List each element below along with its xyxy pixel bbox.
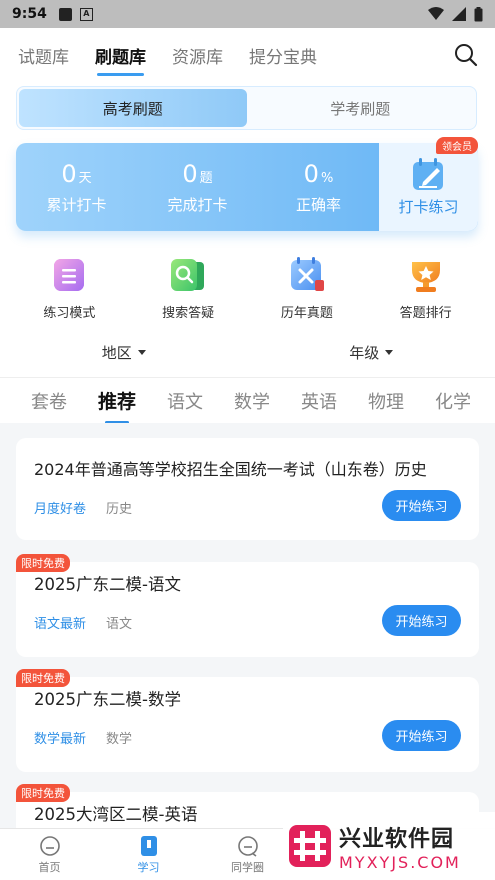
checkin-calendar-icon [412,157,443,190]
paper-title: 2024年普通高等学校招生全国统一考试（山东卷）历史 [34,460,427,479]
subject-tab-recommended[interactable]: 推荐 [98,387,136,423]
paper-subject: 语文 [106,617,133,632]
past-exams-icon [290,257,324,291]
tab-practice-bank[interactable]: 刷题库 [95,43,146,76]
subject-tab-english[interactable]: 英语 [301,388,337,414]
function-grid: 练习模式 搜索答疑 历年真题 答题排行 [10,256,485,321]
notification-icon [58,7,72,21]
func-ranking[interactable]: 答题排行 [366,256,485,321]
free-badge: 限时免费 [16,554,70,572]
stat-label: 完成打卡 [167,195,228,214]
tab-score-guide[interactable]: 提分宝典 [249,43,317,68]
start-practice-button[interactable]: 开始练习 [382,490,461,521]
region-filter-label: 地区 [101,343,132,362]
search-icon[interactable] [453,42,479,68]
filter-bar: 地区 年级 [0,338,495,366]
stat-completed: 0题 完成打卡 [137,143,258,231]
app-notification-icon: A [79,7,93,21]
checkin-practice-label: 打卡练习 [398,197,459,216]
nav-home[interactable]: 首页 [0,829,99,880]
stat-value: 0 [182,159,198,188]
nav-label: 首页 [38,860,61,874]
subject-tab-math[interactable]: 数学 [234,388,270,414]
grade-filter[interactable]: 年级 [248,338,495,366]
battery-icon [474,6,483,21]
stat-accuracy: 0% 正确率 [258,143,379,231]
paper-title: 2025广东二模-语文 [34,575,181,594]
paper-list: 2024年普通高等学校招生全国统一考试（山东卷）历史 月度好卷 历史 开始练习 … [0,423,495,828]
paper-tag: 月度好卷 [34,502,87,517]
nav-label: 同学圈 [231,860,264,874]
subject-tab-chemistry[interactable]: 化学 [435,388,471,414]
paper-title: 2025广东二模-数学 [34,690,181,709]
classmates-circle-icon [237,835,258,857]
func-search-answer[interactable]: 搜索答疑 [129,256,248,321]
stat-unit: 天 [78,170,92,186]
paper-card[interactable]: 限时免费 2025广东二模-语文 语文最新 语文 开始练习 [16,554,479,657]
func-label: 答题排行 [399,306,452,321]
paper-tag: 数学最新 [34,732,87,747]
paper-subject: 数学 [106,732,133,747]
func-label: 练习模式 [43,306,96,321]
tab-question-bank[interactable]: 试题库 [18,43,69,68]
subject-tab-sets[interactable]: 套卷 [31,388,67,414]
chevron-down-icon [385,349,394,355]
wifi-icon [428,7,444,20]
nav-study[interactable]: 学习 [99,829,198,880]
exam-type-segment: 高考刷题 学考刷题 [16,86,477,130]
subject-tab-bar: 套卷 推荐 语文 数学 英语 物理 化学 生 [0,377,495,423]
paper-card[interactable]: 限时免费 2025广东二模-数学 数学最新 数学 开始练习 [16,669,479,772]
stats-card: 0天 累计打卡 0题 完成打卡 0% 正确率 打卡练习 领会员 [16,137,478,231]
free-badge: 限时免费 [16,784,70,802]
watermark-en: MYXYJS.COM [339,852,461,872]
chevron-down-icon [137,349,146,355]
ranking-trophy-icon [411,262,440,292]
status-bar: 9:54 A [0,0,495,28]
checkin-practice-button[interactable]: 打卡练习 领会员 [379,137,478,231]
func-label: 历年真题 [280,306,333,321]
search-answer-icon [171,259,205,291]
subject-tab-chinese[interactable]: 语文 [167,388,203,414]
top-tab-bar: 试题库 刷题库 资源库 提分宝典 [0,28,495,82]
status-time: 9:54 [12,6,47,22]
start-practice-button[interactable]: 开始练习 [382,605,461,636]
stat-value: 0 [303,159,319,188]
stat-unit: % [320,170,334,186]
free-badge: 限时免费 [16,669,70,687]
func-label: 搜索答疑 [162,306,215,321]
paper-subject: 历史 [106,502,133,517]
segment-gaokao[interactable]: 高考刷题 [19,89,247,127]
watermark-logo-icon [289,825,331,867]
grade-filter-label: 年级 [349,343,380,362]
stat-value: 0 [61,159,77,188]
tab-resource-bank[interactable]: 资源库 [172,43,223,68]
paper-title: 2025大湾区二模-英语 [34,805,198,824]
home-icon [39,835,60,856]
stat-label: 累计打卡 [46,195,107,214]
paper-card[interactable]: 2024年普通高等学校招生全国统一考试（山东卷）历史 月度好卷 历史 开始练习 [16,438,479,540]
func-past-exams[interactable]: 历年真题 [248,256,367,321]
watermark-cn: 兴业软件园 [339,826,455,852]
stat-checkin-days: 0天 累计打卡 [16,143,137,231]
stat-unit: 题 [199,170,213,186]
practice-mode-icon [54,259,85,291]
study-book-icon [140,835,157,856]
nav-label: 学习 [137,860,160,874]
subject-tab-physics[interactable]: 物理 [368,388,404,414]
get-vip-badge[interactable]: 领会员 [436,137,478,154]
segment-xuekao[interactable]: 学考刷题 [247,89,475,127]
region-filter[interactable]: 地区 [0,338,248,366]
paper-tag: 语文最新 [34,617,87,632]
stat-label: 正确率 [295,195,341,214]
start-practice-button[interactable]: 开始练习 [382,720,461,751]
func-practice-mode[interactable]: 练习模式 [10,256,129,321]
signal-icon [452,7,466,21]
site-watermark: 兴业软件园 MYXYJS.COM [283,812,495,880]
